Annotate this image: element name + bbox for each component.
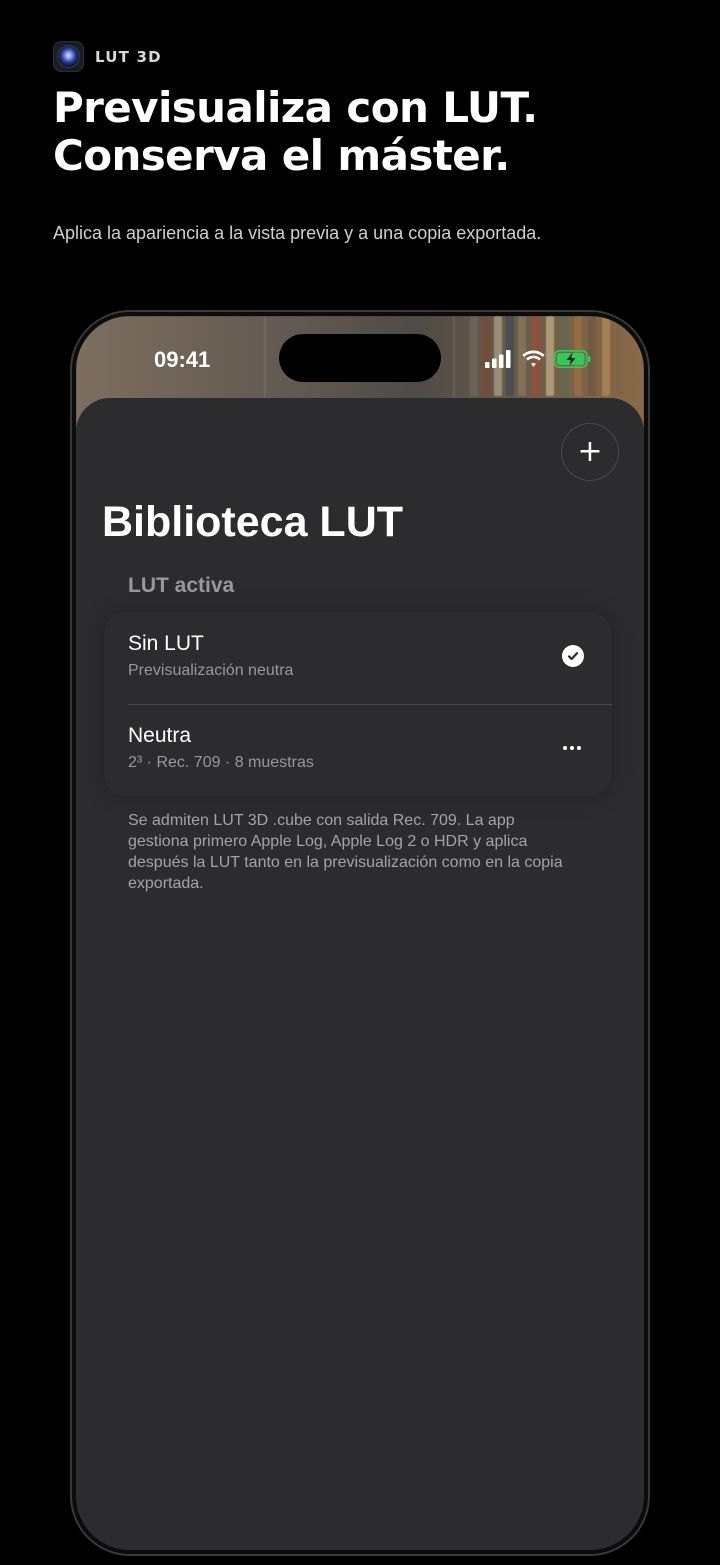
promo-headline: Previsualiza con LUT. Conserva el máster…	[53, 83, 538, 180]
wifi-icon	[522, 350, 545, 367]
shelf-book	[602, 316, 610, 396]
lut-support-footnote: Se admiten LUT 3D .cube con salida Rec. …	[128, 812, 563, 892]
battery-charging-icon	[554, 350, 591, 368]
lut-row-title: Sin LUT	[128, 632, 204, 655]
status-time: 09:41	[154, 347, 211, 372]
more-icon-dot	[570, 746, 574, 750]
lut-list: Sin LUT Previsualización neutra Neutra 2…	[104, 612, 612, 796]
headline-line-2: Conserva el máster.	[53, 131, 510, 180]
active-lut-section-header: LUT activa	[128, 574, 235, 597]
phone-screen: 09:41 + Biblioteca LUT LUT activa Sin LU…	[76, 316, 644, 1550]
lut-row-subtitle: 2³ · Rec. 709 · 8 muestras	[128, 754, 314, 771]
plus-icon: +	[577, 434, 603, 469]
cellular-signal-icon	[485, 350, 511, 368]
phone-frame: 09:41 + Biblioteca LUT LUT activa Sin LU…	[72, 312, 648, 1554]
lut-library-sheet	[76, 398, 644, 1550]
status-icons	[485, 350, 592, 368]
lut-row-neutra[interactable]: Neutra 2³ · Rec. 709 · 8 muestras	[104, 704, 612, 796]
dynamic-island	[279, 334, 441, 382]
lut-row-subtitle: Previsualización neutra	[128, 662, 294, 679]
shelf-book	[616, 316, 624, 396]
badge-label: LUT 3D	[95, 47, 162, 66]
promo-subline: Aplica la apariencia a la vista previa y…	[53, 223, 542, 243]
app-badge: LUT 3D	[53, 41, 162, 72]
lut-row-title: Neutra	[128, 724, 192, 747]
checkmark-icon	[562, 645, 584, 667]
camera-lens-app-icon	[53, 41, 84, 72]
add-lut-button[interactable]: +	[562, 424, 618, 480]
shelf-book	[470, 316, 478, 396]
lens-icon	[58, 46, 79, 67]
lut-row-sin-lut[interactable]: Sin LUT Previsualización neutra	[104, 612, 612, 705]
headline-line-1: Previsualiza con LUT.	[53, 83, 538, 132]
library-title: Biblioteca LUT	[102, 498, 404, 546]
more-icon-dot	[577, 746, 581, 750]
more-icon-dot	[563, 746, 567, 750]
more-options-button[interactable]	[558, 734, 586, 762]
